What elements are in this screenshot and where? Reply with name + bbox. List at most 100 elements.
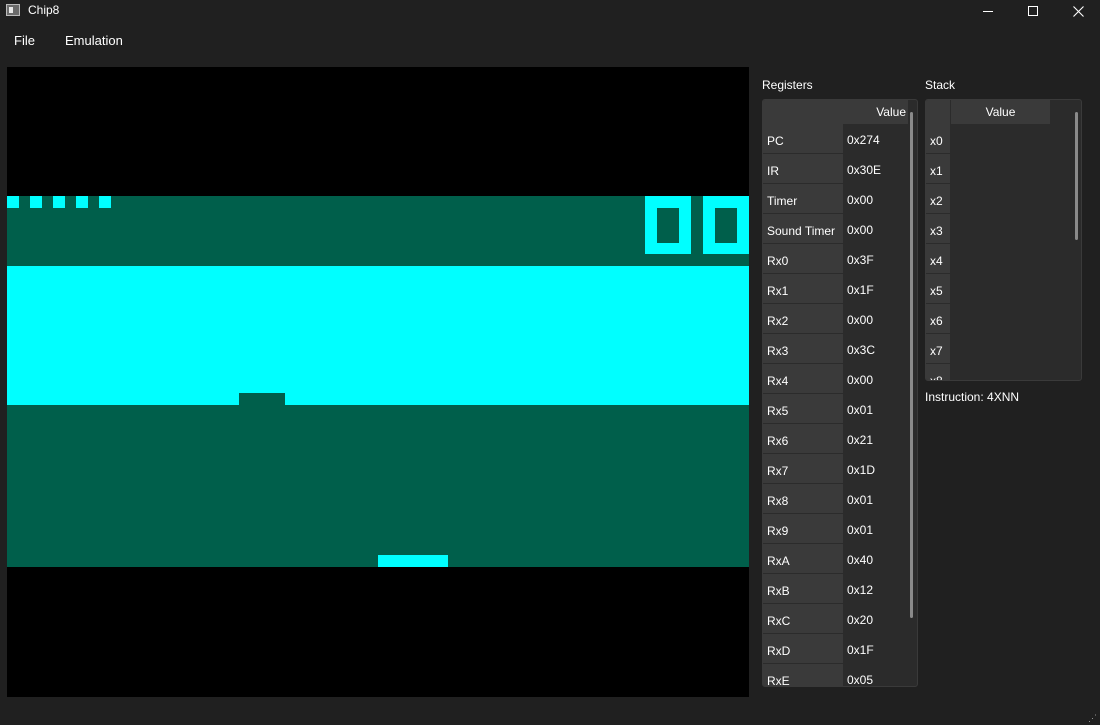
- register-value[interactable]: 0x05: [844, 664, 906, 686]
- register-name: Rx5: [763, 394, 843, 423]
- stack-slot-value[interactable]: [951, 244, 1050, 273]
- stack-slot-value[interactable]: [951, 154, 1050, 183]
- stack-table[interactable]: Value x0 x1 x2 x3 x4 x5 x6 x7 x8: [925, 99, 1082, 381]
- stack-row[interactable]: x1: [926, 154, 1050, 184]
- register-value[interactable]: 0x00: [844, 184, 906, 213]
- life-marker: [76, 196, 88, 208]
- register-row[interactable]: Rx7 0x1D: [763, 454, 908, 484]
- stack-row[interactable]: x4: [926, 244, 1050, 274]
- register-row[interactable]: Rx5 0x01: [763, 394, 908, 424]
- stack-slot-value[interactable]: [951, 184, 1050, 213]
- register-value[interactable]: 0x3C: [844, 334, 906, 363]
- life-marker: [99, 196, 111, 208]
- register-value[interactable]: 0x01: [844, 484, 906, 513]
- register-value[interactable]: 0x21: [844, 424, 906, 453]
- register-row[interactable]: Rx3 0x3C: [763, 334, 908, 364]
- stack-slot-value[interactable]: [951, 214, 1050, 243]
- menu-emulation[interactable]: Emulation: [65, 33, 123, 48]
- register-row[interactable]: Rx8 0x01: [763, 484, 908, 514]
- app-icon: [6, 4, 20, 16]
- stack-slot-value[interactable]: [951, 304, 1050, 333]
- title-bar: Chip8: [0, 0, 1100, 22]
- wall-band: [7, 266, 749, 405]
- register-name: Rx2: [763, 304, 843, 333]
- score-digit-hole: [715, 208, 737, 243]
- stack-row[interactable]: x8: [926, 364, 1050, 380]
- stack-row[interactable]: x7: [926, 334, 1050, 364]
- register-value[interactable]: 0x00: [844, 304, 906, 333]
- register-row[interactable]: RxC 0x20: [763, 604, 908, 634]
- menu-bar: File Emulation: [0, 24, 1100, 56]
- register-row[interactable]: Rx1 0x1F: [763, 274, 908, 304]
- stack-row[interactable]: x6: [926, 304, 1050, 334]
- register-value[interactable]: 0x01: [844, 394, 906, 423]
- maximize-icon: [1028, 6, 1038, 16]
- register-value[interactable]: 0x01: [844, 514, 906, 543]
- register-row[interactable]: Rx2 0x00: [763, 304, 908, 334]
- stack-row[interactable]: x5: [926, 274, 1050, 304]
- register-value[interactable]: 0x1F: [844, 634, 906, 663]
- register-value[interactable]: 0x1F: [844, 274, 906, 303]
- menu-file[interactable]: File: [14, 33, 35, 48]
- registers-label: Registers: [762, 78, 813, 92]
- life-marker: [7, 196, 19, 208]
- register-name: Sound Timer: [763, 214, 843, 243]
- stack-value-header[interactable]: Value: [951, 100, 1050, 124]
- register-value[interactable]: 0x30E: [844, 154, 906, 183]
- register-value[interactable]: 0x3F: [844, 244, 906, 273]
- register-row[interactable]: Rx4 0x00: [763, 364, 908, 394]
- stack-slot-value[interactable]: [951, 334, 1050, 363]
- register-row[interactable]: Rx9 0x01: [763, 514, 908, 544]
- registers-scrollbar[interactable]: [910, 112, 913, 618]
- stack-slot-name: x4: [926, 244, 950, 273]
- resize-grip[interactable]: ⋰: [1088, 713, 1098, 723]
- register-row[interactable]: RxA 0x40: [763, 544, 908, 574]
- register-row[interactable]: IR 0x30E: [763, 154, 908, 184]
- register-value[interactable]: 0x20: [844, 604, 906, 633]
- register-name: RxE: [763, 664, 843, 686]
- stack-slot-name: x1: [926, 154, 950, 183]
- register-name: Timer: [763, 184, 843, 213]
- stack-slot-value[interactable]: [951, 124, 1050, 153]
- paddle: [378, 555, 448, 567]
- register-row[interactable]: Rx0 0x3F: [763, 244, 908, 274]
- register-row[interactable]: RxE 0x05: [763, 664, 908, 686]
- stack-slot-name: x0: [926, 124, 950, 153]
- register-name: Rx3: [763, 334, 843, 363]
- minimize-button[interactable]: [965, 0, 1011, 22]
- register-value[interactable]: 0x1D: [844, 454, 906, 483]
- register-name: RxD: [763, 634, 843, 663]
- register-row[interactable]: Sound Timer 0x00: [763, 214, 908, 244]
- register-value[interactable]: 0x00: [844, 214, 906, 243]
- stack-row[interactable]: x2: [926, 184, 1050, 214]
- stack-row[interactable]: x0: [926, 124, 1050, 154]
- chip8-display[interactable]: [7, 67, 749, 697]
- close-icon: [1072, 5, 1084, 17]
- stack-scrollbar[interactable]: [1075, 112, 1078, 240]
- register-row[interactable]: PC 0x274: [763, 124, 908, 154]
- register-name: RxC: [763, 604, 843, 633]
- register-value[interactable]: 0x40: [844, 544, 906, 573]
- stack-row[interactable]: x3: [926, 214, 1050, 244]
- stack-slot-name: x8: [926, 364, 950, 380]
- stack-slot-value[interactable]: [951, 274, 1050, 303]
- register-name: Rx7: [763, 454, 843, 483]
- stack-slot-name: x3: [926, 214, 950, 243]
- window-title: Chip8: [28, 3, 60, 17]
- register-row[interactable]: RxB 0x12: [763, 574, 908, 604]
- register-row[interactable]: RxD 0x1F: [763, 634, 908, 664]
- register-row[interactable]: Rx6 0x21: [763, 424, 908, 454]
- register-value[interactable]: 0x12: [844, 574, 906, 603]
- registers-table[interactable]: Value PC 0x274 IR 0x30E Timer 0x00 Sound Timer…: [762, 99, 918, 687]
- life-marker: [53, 196, 65, 208]
- register-row[interactable]: Timer 0x00: [763, 184, 908, 214]
- register-value[interactable]: 0x274: [844, 124, 906, 153]
- registers-value-header[interactable]: Value: [844, 100, 908, 124]
- close-button[interactable]: [1055, 0, 1100, 22]
- stack-slot-value[interactable]: [951, 364, 1050, 380]
- stack-label: Stack: [925, 78, 956, 92]
- instruction-label: Instruction: 4XNN: [925, 390, 1020, 404]
- register-value[interactable]: 0x00: [844, 364, 906, 393]
- playfield-bottom-band: [7, 405, 749, 567]
- maximize-button[interactable]: [1010, 0, 1056, 22]
